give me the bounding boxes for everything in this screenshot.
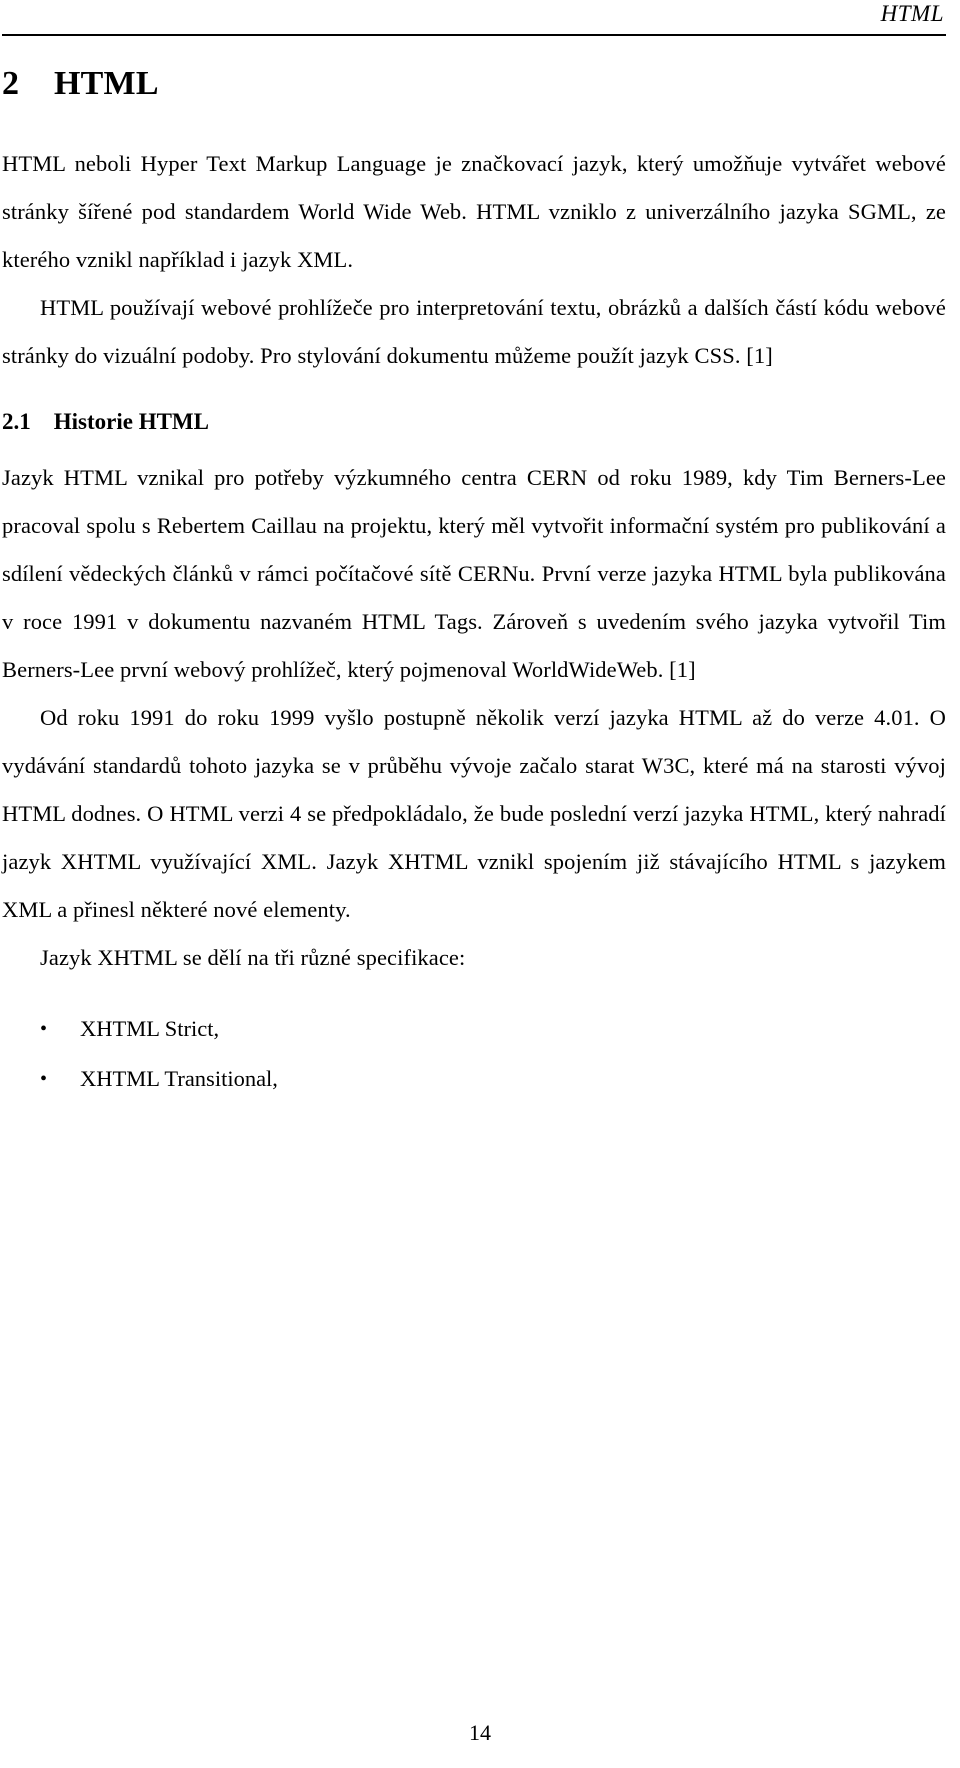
list-item-label: XHTML Transitional,: [80, 1066, 278, 1091]
page-number: 14: [469, 1720, 491, 1745]
bullet-icon: •: [40, 1068, 48, 1090]
bullet-icon: •: [40, 1018, 48, 1040]
list-item: • XHTML Transitional,: [2, 1058, 946, 1100]
document-page: HTML 2 HTML HTML neboli Hyper Text Marku…: [0, 0, 960, 1768]
running-header: HTML: [2, 0, 946, 36]
list-item: • XHTML Strict,: [2, 1008, 946, 1050]
paragraph-intro-2: HTML používají webové prohlížeče pro int…: [2, 295, 946, 368]
paragraph-history-1: Jazyk HTML vznikal pro potřeby výzkumnéh…: [2, 465, 946, 682]
page-content: 2 HTML HTML neboli Hyper Text Markup Lan…: [2, 62, 946, 1108]
chapter-heading: 2 HTML: [2, 65, 159, 102]
xhtml-specification-list: • XHTML Strict, • XHTML Transitional,: [2, 1008, 946, 1100]
section-heading-historie-html: 2.1 Historie HTML: [2, 409, 209, 434]
paragraph-history-3: Jazyk XHTML se dělí na tři různé specifi…: [40, 945, 466, 970]
paragraph-intro-1: HTML neboli Hyper Text Markup Language j…: [2, 151, 946, 272]
running-header-text: HTML: [880, 1, 944, 26]
list-item-label: XHTML Strict,: [80, 1016, 220, 1041]
page-footer: 14: [0, 1720, 960, 1746]
paragraph-history-2: Od roku 1991 do roku 1999 vyšlo postupně…: [2, 705, 946, 922]
header-divider-rule: [2, 34, 946, 36]
